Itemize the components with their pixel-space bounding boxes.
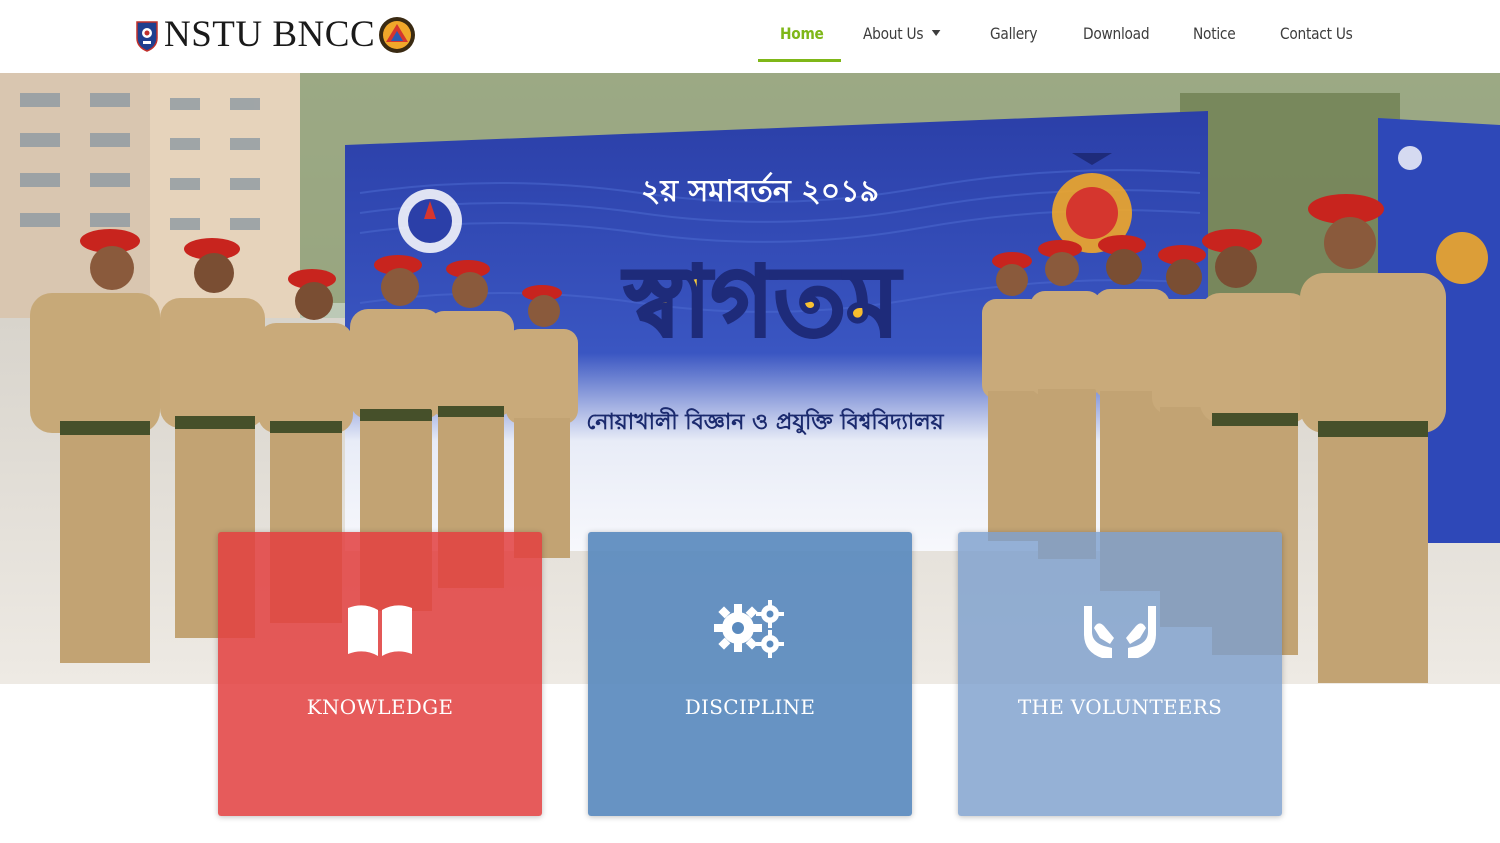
site-header: NSTU BNCC Home About Us Gallery Download… <box>0 0 1500 73</box>
university-crest-icon <box>136 21 158 52</box>
feature-card-volunteers[interactable]: THE VOLUNTEERS <box>958 532 1282 816</box>
feature-card-discipline[interactable]: DISCIPLINE <box>588 532 912 816</box>
active-nav-indicator <box>758 59 841 62</box>
helping-hands-icon <box>1084 606 1156 658</box>
banner-title: স্বাগতম <box>622 246 903 358</box>
open-book-icon <box>348 605 412 656</box>
banner-subtitle: ২য় সমাবর্তন ২০১৯ <box>641 172 879 209</box>
bncc-emblem-icon <box>379 17 416 53</box>
nav-item-about-us[interactable]: About Us <box>863 24 941 60</box>
nav-item-notice[interactable]: Notice <box>1193 24 1236 60</box>
nav-item-gallery[interactable]: Gallery <box>990 24 1037 60</box>
feature-card-knowledge[interactable]: KNOWLEDGE <box>218 532 542 816</box>
university-logo-icon <box>398 189 462 253</box>
gears-icon <box>714 600 784 658</box>
nav-item-download[interactable]: Download <box>1083 24 1150 60</box>
feature-title-discipline: DISCIPLINE <box>684 695 816 719</box>
feature-title-volunteers: THE VOLUNTEERS <box>1017 695 1223 719</box>
brand-name: NSTU BNCC <box>164 14 376 55</box>
nav-item-home[interactable]: Home <box>780 24 824 60</box>
chevron-down-icon <box>931 29 941 36</box>
feature-title-knowledge: KNOWLEDGE <box>306 695 454 719</box>
banner-university-name: নোয়াখালী বিজ্ঞান ও প্রযুক্তি বিশ্ববিদ্য… <box>586 407 944 436</box>
nav-item-about-us-label: About Us <box>863 24 924 43</box>
nav-item-contact-us[interactable]: Contact Us <box>1280 24 1353 60</box>
site-logo[interactable]: NSTU BNCC <box>134 12 417 58</box>
